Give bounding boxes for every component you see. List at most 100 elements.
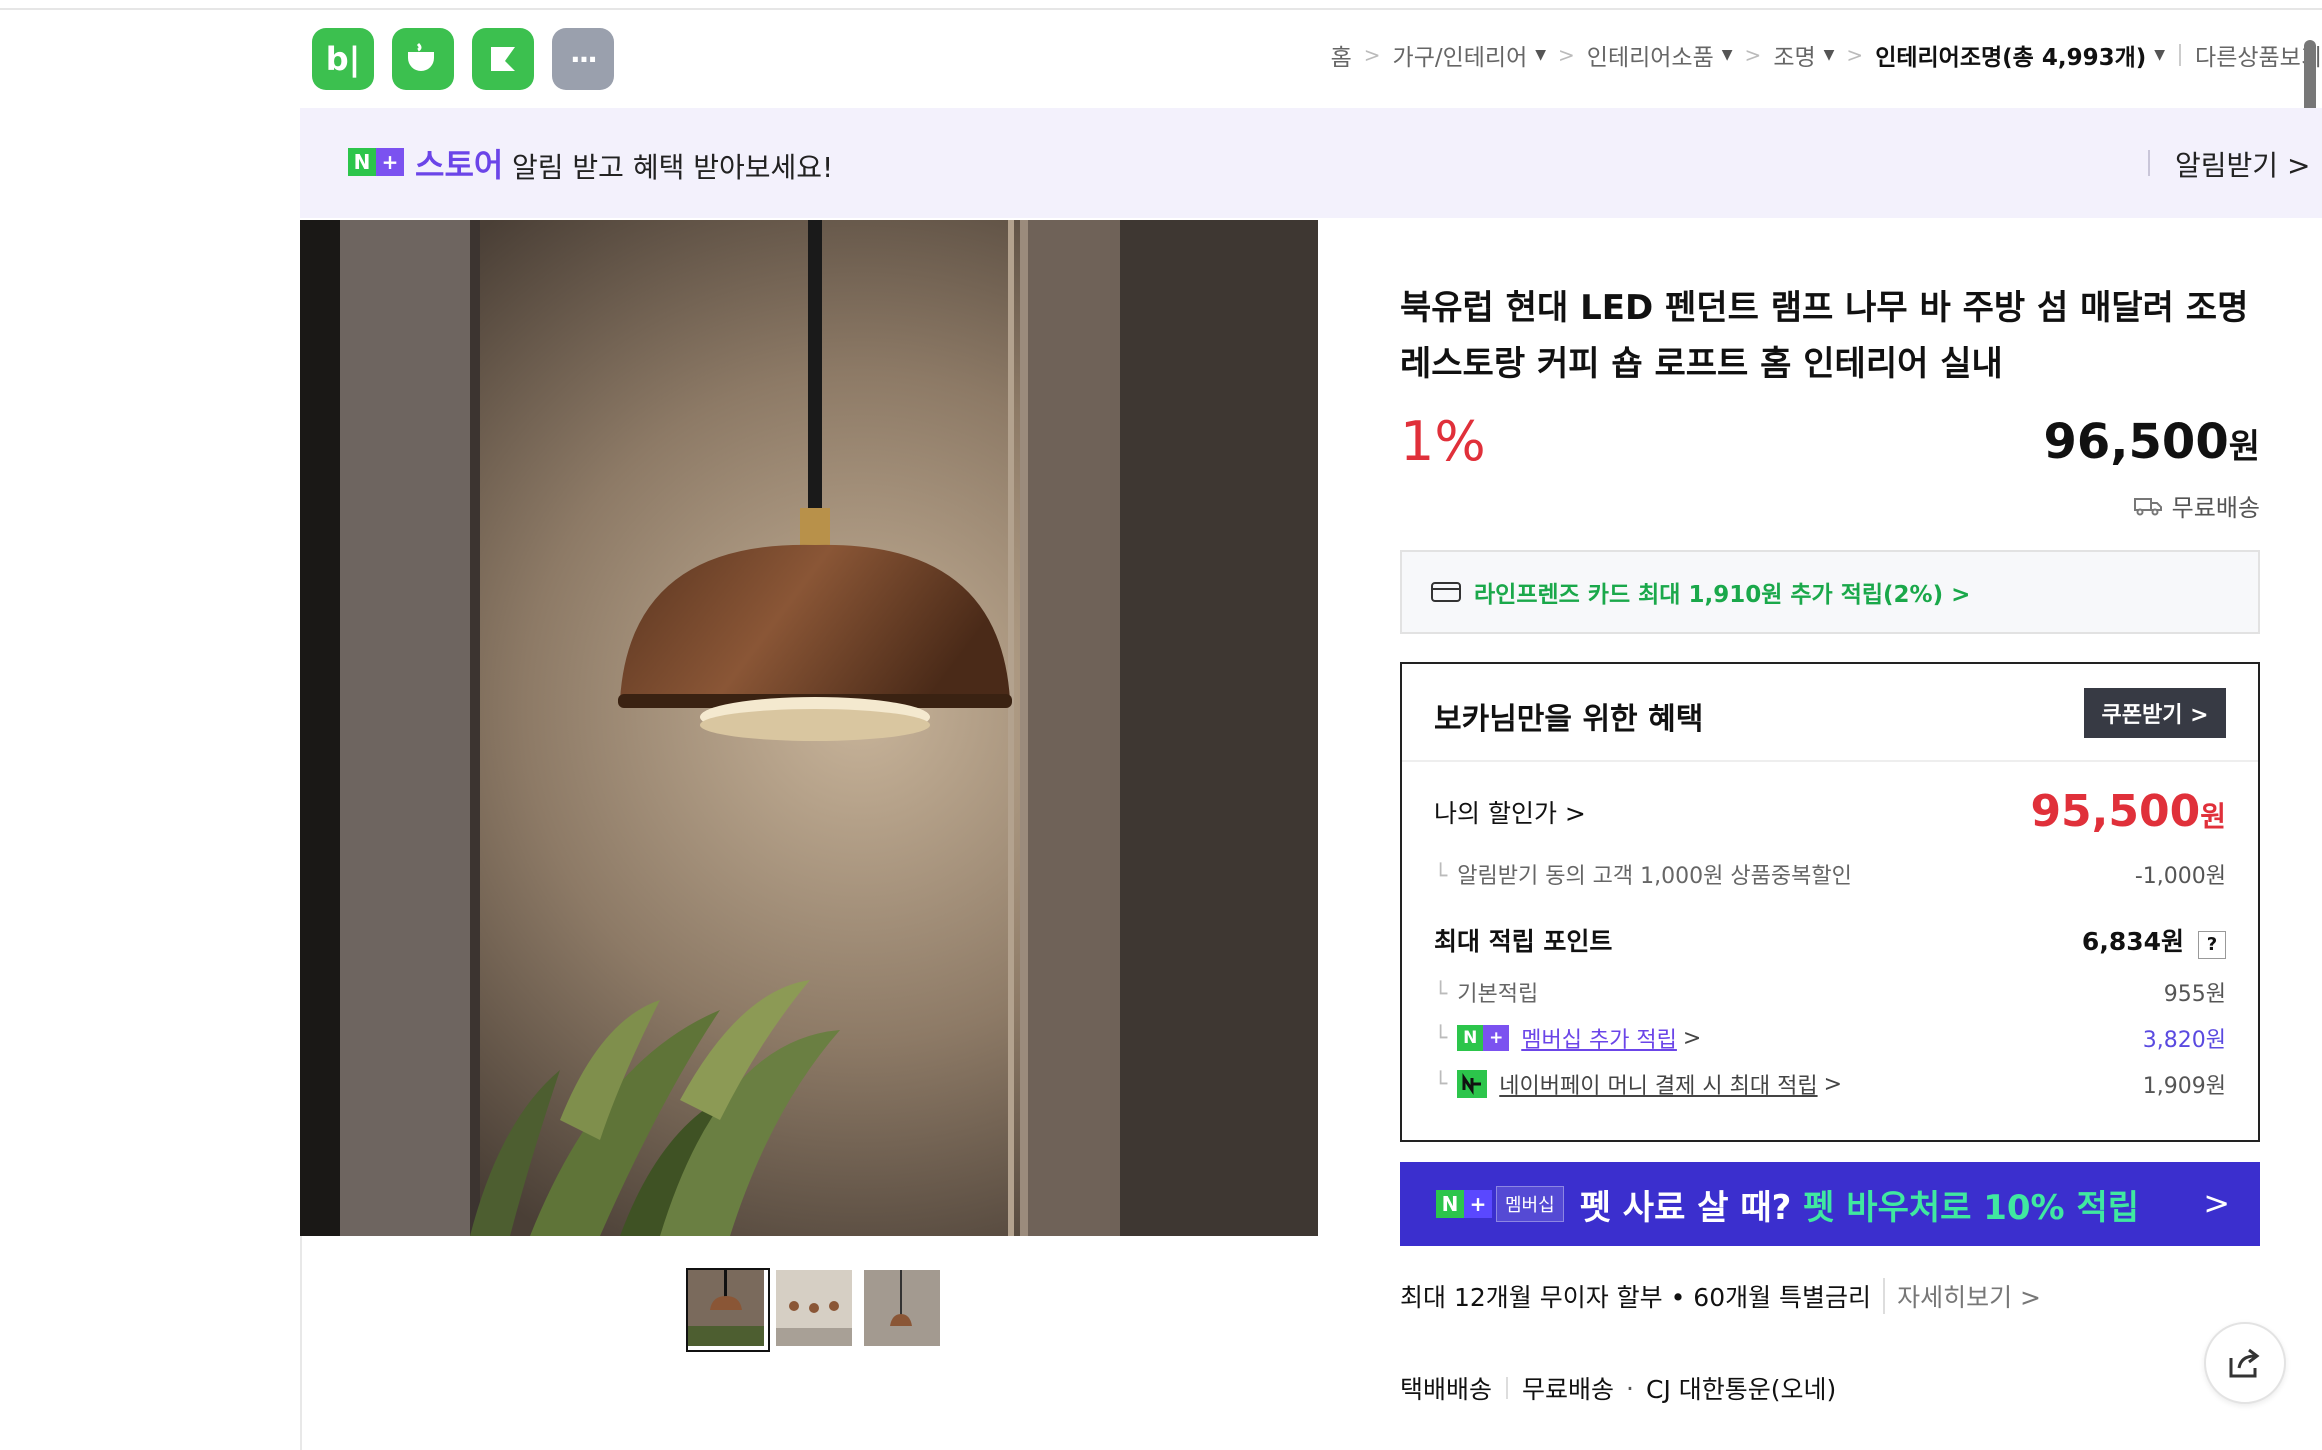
npay-points-row: └ 네이버페이 머니 결제 시 최대 적립 > 1,909원	[1434, 1068, 2226, 1100]
pet-banner-text: 펫 사료 살 때? 펫 바우처로 10% 적립	[1580, 1180, 2139, 1229]
benefit-title: 보카님만을 위한 혜택	[1434, 702, 1704, 737]
cup-icon	[408, 42, 434, 71]
product-main-image[interactable]	[300, 220, 1318, 1236]
my-price-value-wrap: 95,500원	[2030, 786, 2226, 837]
plus-logo-square: +	[1483, 1025, 1510, 1051]
basic-points-label-wrap: └ 기본적립	[1434, 982, 1539, 1007]
n-logo-square: N	[1436, 1190, 1464, 1218]
breadcrumb-separator: >	[1846, 43, 1864, 67]
chevron-right-icon: >	[2203, 1184, 2230, 1222]
n-logo-square: N	[1457, 1025, 1484, 1051]
caret-down-icon[interactable]: ▼	[2154, 47, 2165, 63]
share-icon	[2229, 1348, 2260, 1378]
app-icon-bar: b| ···	[312, 28, 614, 90]
chevron-right-icon: >	[1682, 1025, 1702, 1051]
other-products-link[interactable]: 다른상품보기	[2195, 38, 2322, 72]
banner-message: 알림 받고 혜택 받아보세요!	[512, 151, 834, 184]
more-apps-icon[interactable]: ···	[552, 28, 614, 90]
my-price-label[interactable]: 나의 할인가 >	[1434, 794, 1586, 830]
discount-rate: 1%	[1400, 410, 1486, 473]
breadcrumb-current[interactable]: 인테리어조명(총 4,993개)	[1875, 38, 2146, 72]
npay-points-value: 1,909원	[2142, 1074, 2226, 1099]
delivery-type: 택배배송	[1400, 1375, 1493, 1404]
thumbnail-image	[688, 1270, 764, 1346]
flag-icon	[491, 47, 515, 71]
card-promo-text: 라인프렌즈 카드 최대 1,910원 추가 적립(2%) >	[1474, 582, 1971, 608]
installment-info: 최대 12개월 무이자 할부 • 60개월 특별금리 자세히보기 >	[1400, 1278, 2041, 1314]
membership-badge-label: 멤버십	[1496, 1186, 1564, 1222]
shipping-info: 무료배송	[2133, 488, 2260, 523]
discount-detail-label: 알림받기 동의 고객 1,000원 상품중복할인	[1457, 864, 1852, 889]
points-value: 6,834원	[2081, 927, 2184, 956]
breadcrumb-separator: >	[1363, 43, 1381, 67]
blog-app-icon[interactable]: b|	[312, 28, 374, 90]
membership-badge: N + 멤버십	[1436, 1186, 1564, 1222]
installment-text: 최대 12개월 무이자 할부 • 60개월 특별금리	[1400, 1283, 1872, 1312]
membership-points-value: 3,820원	[2142, 1028, 2226, 1053]
cafe-app-icon[interactable]	[392, 28, 454, 90]
credit-card-icon	[1431, 582, 1461, 602]
member-benefit-box: 보카님만을 위한 혜택 쿠폰받기 > 나의 할인가 > 95,500원 └ 알림받…	[1400, 662, 2260, 1142]
more-apps-label: ···	[570, 42, 598, 76]
discount-detail-row: └ 알림받기 동의 고객 1,000원 상품중복할인 -1,000원	[1434, 858, 2226, 890]
my-price-unit: 원	[2200, 800, 2226, 833]
membership-points-label-wrap: └ N + 멤버십 추가 적립 >	[1434, 1022, 1701, 1054]
price-currency: 원	[2228, 427, 2260, 467]
divider	[2179, 44, 2182, 66]
thumbnail-2[interactable]	[774, 1268, 858, 1352]
product-price: 96,500원	[2043, 414, 2260, 470]
my-price-value: 95,500	[2030, 786, 2201, 837]
thumbnail-strip	[686, 1268, 946, 1352]
chevron-right-icon: >	[1823, 1071, 1843, 1097]
installment-more-link[interactable]: 자세히보기 >	[1883, 1278, 2041, 1314]
share-button[interactable]	[2204, 1322, 2286, 1404]
breadcrumb-home[interactable]: 홈	[1331, 38, 1352, 72]
delivery-carrier: CJ 대한통운(오네)	[1645, 1375, 1837, 1404]
breadcrumb-item-furniture[interactable]: 가구/인테리어	[1393, 38, 1528, 72]
breadcrumb-separator: >	[1558, 43, 1575, 67]
discount-detail-value: -1,000원	[2134, 864, 2226, 889]
store-label: 스토어	[415, 146, 504, 184]
nplus-logo: N +	[348, 148, 404, 176]
npay-points-label-wrap: └ 네이버페이 머니 결제 시 최대 적립 >	[1434, 1068, 1842, 1100]
card-promo-box[interactable]: 라인프렌즈 카드 최대 1,910원 추가 적립(2%) >	[1400, 550, 2260, 634]
webtoon-app-icon[interactable]	[472, 28, 534, 90]
price-value: 96,500	[2043, 414, 2229, 470]
thumbnail-3[interactable]	[862, 1268, 946, 1352]
help-icon[interactable]: ?	[2198, 930, 2226, 959]
coupon-download-button[interactable]: 쿠폰받기 >	[2084, 688, 2226, 738]
caret-down-icon[interactable]: ▼	[1824, 47, 1835, 63]
subscribe-alert-button[interactable]: 알림받기 >	[2175, 144, 2310, 184]
caret-down-icon[interactable]: ▼	[1722, 47, 1733, 63]
shipping-label: 무료배송	[2171, 494, 2260, 522]
benefit-header: 보카님만을 위한 혜택 쿠폰받기 >	[1402, 664, 2258, 762]
pet-voucher-banner[interactable]: N + 멤버십 펫 사료 살 때? 펫 바우처로 10% 적립 >	[1400, 1162, 2260, 1246]
npay-points-link[interactable]: 네이버페이 머니 결제 시 최대 적립	[1499, 1068, 1817, 1100]
basic-points-label: 기본적립	[1457, 982, 1539, 1007]
my-price-row: 나의 할인가 > 95,500원	[1434, 786, 2226, 837]
caret-down-icon[interactable]: ▼	[1535, 47, 1546, 63]
thumbnail-image	[776, 1270, 852, 1346]
membership-points-row: └ N + 멤버십 추가 적립 > 3,820원	[1434, 1022, 2226, 1054]
truck-icon	[2133, 497, 2162, 515]
plus-logo-square: +	[1464, 1190, 1492, 1218]
basic-points-value: 955원	[2163, 982, 2226, 1007]
npay-icon	[1457, 1070, 1488, 1098]
blog-app-icon-label: b|	[325, 40, 361, 78]
membership-points-link[interactable]: 멤버십 추가 적립	[1521, 1022, 1677, 1054]
top-border	[0, 0, 2322, 10]
breadcrumb-separator: >	[1744, 43, 1762, 67]
pendant-lamp-image	[300, 220, 1318, 1236]
breadcrumb-item-props[interactable]: 인테리어소품	[1587, 38, 1714, 72]
store-notify-banner: N + 스토어 알림 받고 혜택 받아보세요! 알림받기 >	[300, 108, 2322, 218]
plus-logo-square: +	[376, 148, 404, 176]
left-gutter	[0, 10, 300, 1450]
thumbnail-1[interactable]	[686, 1268, 770, 1352]
thumbnail-image	[864, 1270, 940, 1346]
breadcrumb-item-lighting[interactable]: 조명	[1773, 38, 1815, 72]
discount-detail-label-wrap: └ 알림받기 동의 고객 1,000원 상품중복할인	[1434, 864, 1852, 889]
breadcrumb: 홈 > 가구/인테리어 ▼ > 인테리어소품 ▼ > 조명 ▼ > 인테리어조명…	[1331, 38, 2322, 72]
divider	[2148, 150, 2150, 176]
points-value-wrap: 6,834원?	[2082, 922, 2226, 959]
points-row: 최대 적립 포인트 6,834원?	[1434, 922, 2226, 959]
